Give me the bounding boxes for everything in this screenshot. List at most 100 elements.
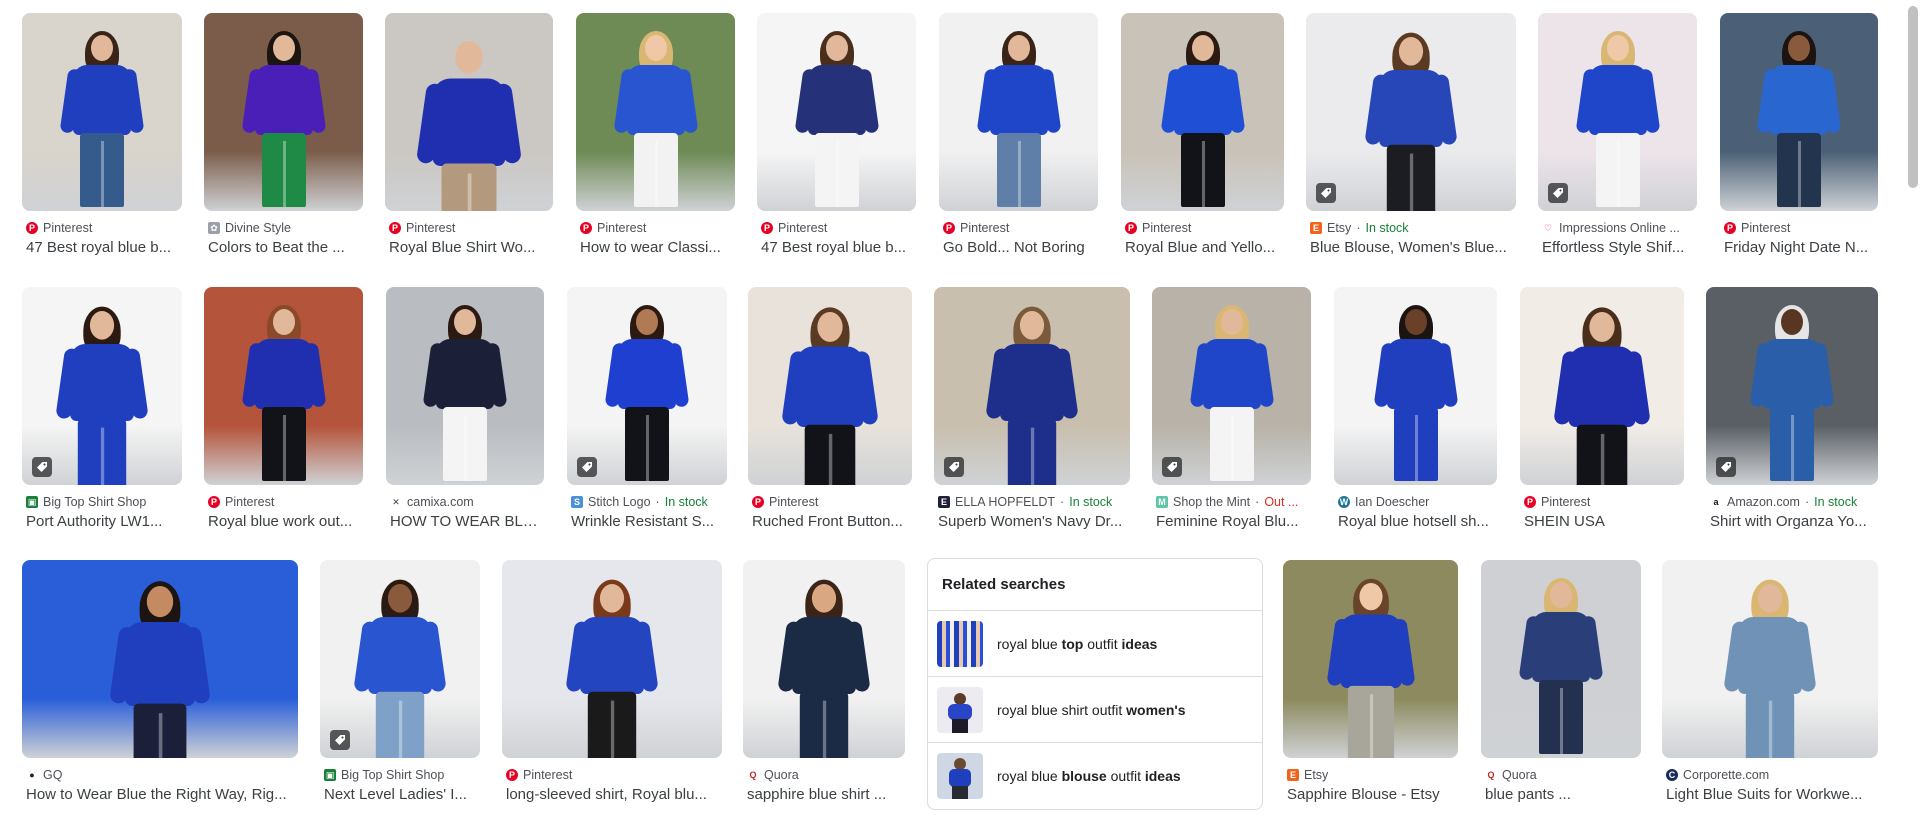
- image-result-card[interactable]: ▣ Big Top Shirt Shop Next Level Ladies' I.…: [320, 560, 480, 810]
- pinterest-favicon-icon: P: [208, 496, 220, 508]
- image-result-card[interactable]: P Pinterest Royal Blue and Yello...: [1121, 13, 1284, 263]
- result-thumbnail[interactable]: [385, 13, 553, 211]
- result-thumbnail[interactable]: [757, 13, 916, 211]
- result-title[interactable]: long-sleeved shirt, Royal blu...: [506, 786, 720, 806]
- image-result-card[interactable]: S Stitch Logo · In stock Wrinkle Resistant S…: [567, 287, 727, 537]
- result-title[interactable]: Colors to Beat the ...: [208, 239, 361, 259]
- result-title[interactable]: HOW TO WEAR BLU...: [390, 513, 542, 533]
- result-source: Q Quora: [747, 767, 903, 783]
- image-result-card[interactable]: P Pinterest Friday Night Date N...: [1720, 13, 1878, 263]
- result-title[interactable]: blue pants ...: [1485, 786, 1639, 806]
- result-thumbnail[interactable]: [576, 13, 735, 211]
- image-result-card[interactable]: P Pinterest Ruched Front Button...: [748, 287, 912, 537]
- source-name: GQ: [43, 768, 63, 782]
- result-source: C Corporette.com: [1666, 767, 1876, 783]
- result-title[interactable]: 47 Best royal blue b...: [761, 239, 914, 259]
- image-result-card[interactable]: P Pinterest How to wear Classi...: [576, 13, 735, 263]
- image-result-card[interactable]: P Pinterest Go Bold... Not Boring: [939, 13, 1098, 263]
- result-thumbnail[interactable]: [386, 287, 544, 485]
- result-title[interactable]: Royal Blue and Yello...: [1125, 239, 1282, 259]
- result-title[interactable]: Superb Women's Navy Dr...: [938, 513, 1128, 533]
- page-scrollbar[interactable]: [1908, 6, 1918, 188]
- related-search-item[interactable]: royal blue top outfit ideas: [928, 611, 1262, 677]
- result-thumbnail[interactable]: [1662, 560, 1878, 758]
- result-thumbnail[interactable]: [1720, 13, 1878, 211]
- image-result-card[interactable]: ▣ Big Top Shirt Shop Port Authority LW1...: [22, 287, 182, 537]
- result-title[interactable]: Royal blue hotsell sh...: [1338, 513, 1495, 533]
- result-thumbnail[interactable]: [204, 13, 363, 211]
- related-search-item[interactable]: royal blue shirt outfit women's: [928, 677, 1262, 743]
- result-title[interactable]: Royal blue work out...: [208, 513, 361, 533]
- result-thumbnail[interactable]: [1306, 13, 1516, 211]
- result-thumbnail[interactable]: [1706, 287, 1878, 485]
- result-title[interactable]: Next Level Ladies' I...: [324, 786, 478, 806]
- image-result-card[interactable]: Q Quora sapphire blue shirt ...: [743, 560, 905, 810]
- result-thumbnail[interactable]: [748, 287, 912, 485]
- shopping-tag-icon: [1716, 457, 1736, 477]
- result-thumbnail[interactable]: [743, 560, 905, 758]
- image-result-card[interactable]: E Etsy · In stock Blue Blouse, Women's Blue.…: [1306, 13, 1516, 263]
- result-title[interactable]: Shirt with Organza Yo...: [1710, 513, 1876, 533]
- model-figure: [613, 31, 698, 211]
- stock-status-badge: In stock: [1814, 495, 1858, 509]
- image-result-card[interactable]: a Amazon.com · In stock Shirt with Organza Y…: [1706, 287, 1878, 537]
- result-thumbnail[interactable]: [320, 560, 480, 758]
- result-thumbnail[interactable]: [1121, 13, 1284, 211]
- image-result-card[interactable]: P Pinterest 47 Best royal blue b...: [22, 13, 182, 263]
- result-title[interactable]: Go Bold... Not Boring: [943, 239, 1096, 259]
- image-result-card[interactable]: E ELLA HOPFELDT · In stock Superb Women's Na…: [934, 287, 1130, 537]
- result-title[interactable]: Effortless Style Shif...: [1542, 239, 1695, 259]
- related-searches-heading: Related searches: [928, 559, 1262, 611]
- source-separator: ·: [1356, 221, 1361, 235]
- result-title[interactable]: How to Wear Blue the Right Way, Rig...: [26, 786, 296, 806]
- result-title[interactable]: 47 Best royal blue b...: [26, 239, 180, 259]
- result-thumbnail[interactable]: [934, 287, 1130, 485]
- result-title[interactable]: Ruched Front Button...: [752, 513, 910, 533]
- result-title[interactable]: sapphire blue shirt ...: [747, 786, 903, 806]
- result-title[interactable]: Wrinkle Resistant S...: [571, 513, 725, 533]
- result-title[interactable]: SHEIN USA: [1524, 513, 1682, 533]
- result-title[interactable]: Feminine Royal Blu...: [1156, 513, 1309, 533]
- image-result-card[interactable]: E Etsy Sapphire Blouse - Etsy: [1283, 560, 1458, 810]
- result-thumbnail[interactable]: [22, 287, 182, 485]
- image-result-card[interactable]: P Pinterest long-sleeved shirt, Royal blu.…: [502, 560, 722, 810]
- image-result-card[interactable]: M Shop the Mint · Out ... Feminine Royal Blu…: [1152, 287, 1311, 537]
- related-search-item[interactable]: royal blue blouse outfit ideas: [928, 743, 1262, 808]
- image-result-card[interactable]: W Ian Doescher Royal blue hotsell sh...: [1334, 287, 1497, 537]
- result-thumbnail[interactable]: [1481, 560, 1641, 758]
- result-thumbnail[interactable]: [1520, 287, 1684, 485]
- result-thumbnail[interactable]: [22, 13, 182, 211]
- result-thumbnail[interactable]: [502, 560, 722, 758]
- result-thumbnail[interactable]: [1283, 560, 1458, 758]
- source-separator: ·: [1060, 495, 1065, 509]
- result-thumbnail[interactable]: [22, 560, 298, 758]
- result-title[interactable]: How to wear Classi...: [580, 239, 733, 259]
- image-result-card[interactable]: P Pinterest Royal Blue Shirt Wo...: [385, 13, 553, 263]
- result-title[interactable]: Royal Blue Shirt Wo...: [389, 239, 551, 259]
- image-result-card[interactable]: ✕ camixa.com HOW TO WEAR BLU...: [386, 287, 544, 537]
- result-thumbnail[interactable]: [204, 287, 363, 485]
- mint-favicon-icon: M: [1156, 496, 1168, 508]
- image-result-card[interactable]: P Pinterest Royal blue work out...: [204, 287, 363, 537]
- image-result-card[interactable]: ✿ Divine Style Colors to Beat the ...: [204, 13, 363, 263]
- image-result-card[interactable]: P Pinterest SHEIN USA: [1520, 287, 1684, 537]
- pinterest-favicon-icon: P: [1125, 222, 1137, 234]
- result-title[interactable]: Friday Night Date N...: [1724, 239, 1876, 259]
- result-title[interactable]: Port Authority LW1...: [26, 513, 180, 533]
- image-result-card[interactable]: C Corporette.com Light Blue Suits for Work…: [1662, 560, 1878, 810]
- image-result-card[interactable]: P Pinterest 47 Best royal blue b...: [757, 13, 916, 263]
- result-thumbnail[interactable]: [567, 287, 727, 485]
- result-title[interactable]: Light Blue Suits for Workwe...: [1666, 786, 1876, 806]
- result-thumbnail[interactable]: [939, 13, 1098, 211]
- result-thumbnail[interactable]: [1152, 287, 1311, 485]
- image-result-card[interactable]: ● GQ How to Wear Blue the Right Way, Rig..…: [22, 560, 298, 810]
- result-thumbnail[interactable]: [1334, 287, 1497, 485]
- result-thumbnail[interactable]: [1538, 13, 1697, 211]
- image-result-card[interactable]: Q Quora blue pants ...: [1481, 560, 1641, 810]
- result-title[interactable]: Sapphire Blouse - Etsy: [1287, 786, 1456, 806]
- model-figure: [1325, 578, 1416, 758]
- stitch-favicon-icon: S: [571, 496, 583, 508]
- source-name: Big Top Shirt Shop: [341, 768, 445, 782]
- image-result-card[interactable]: ♡ Impressions Online ... Effortless Style …: [1538, 13, 1697, 263]
- result-title[interactable]: Blue Blouse, Women's Blue...: [1310, 239, 1514, 259]
